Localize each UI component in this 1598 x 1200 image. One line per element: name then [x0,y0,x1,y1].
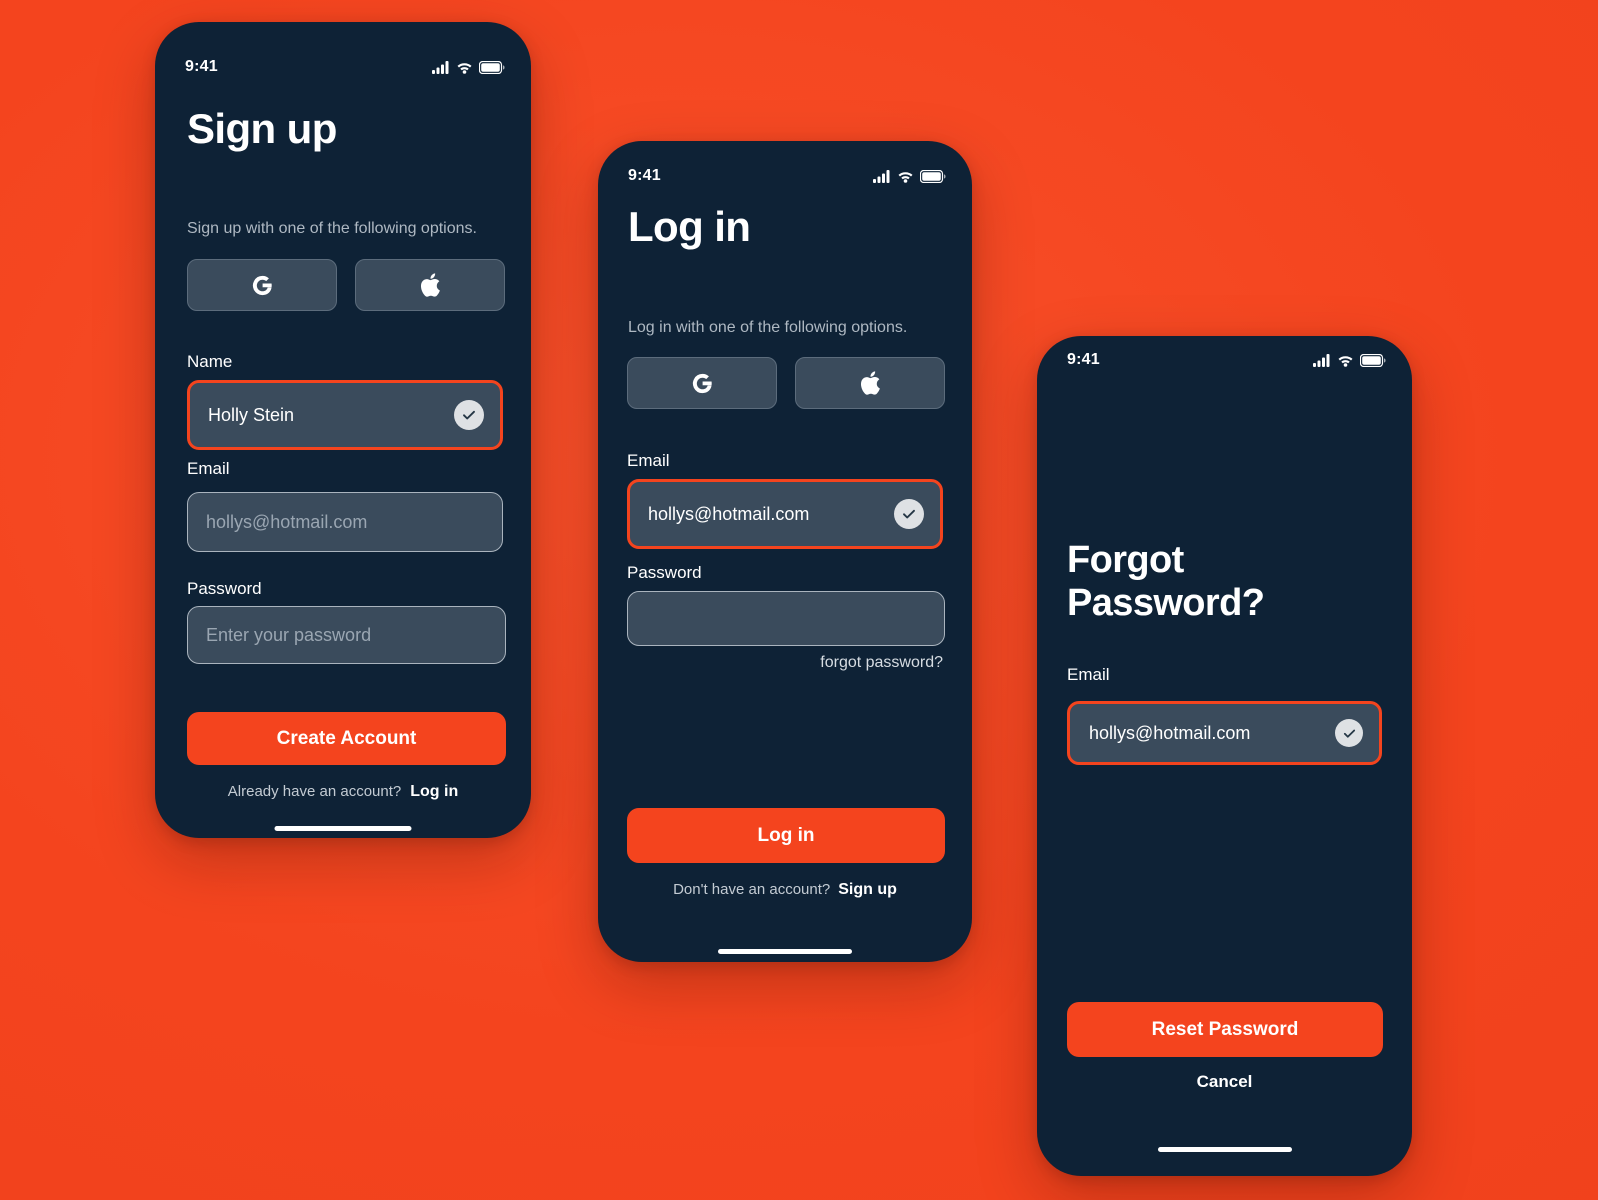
check-circle-icon [894,499,924,529]
page-title-line-1: Forgot [1067,539,1184,581]
apple-signin-button[interactable] [355,259,505,311]
email-field-label: Email [627,451,670,470]
email-input[interactable]: hollys@hotmail.com [187,492,503,552]
cellular-signal-icon [432,60,449,74]
apple-icon [420,273,440,297]
phone-forgot-password: 9:41 Forgot Password? Email hollys@hotma… [1037,336,1412,1176]
google-icon [692,373,712,393]
email-field-label: Email [187,459,230,478]
battery-icon [920,169,946,183]
login-subtitle: Log in with one of the following options… [628,319,908,336]
password-input[interactable] [627,591,945,646]
check-circle-icon [454,400,484,430]
login-footer-text: Don't have an account? [673,881,831,898]
google-signin-button[interactable] [627,357,777,409]
home-indicator [274,826,412,831]
email-input[interactable]: hollys@hotmail.com [1067,701,1382,765]
email-field-label: Email [1067,665,1110,684]
battery-icon [1360,353,1386,367]
google-signin-button[interactable] [187,259,337,311]
email-input-value: hollys@hotmail.com [1089,722,1251,743]
page-title-forgot: Forgot Password? [1067,539,1265,624]
cancel-button[interactable]: Cancel [1037,1072,1412,1092]
password-field-label: Password [627,563,702,582]
home-indicator [1157,1147,1292,1152]
status-bar-icons [432,60,505,74]
forgot-password-link[interactable]: forgot password? [820,654,943,672]
page-title-line-2: Password? [1067,581,1265,624]
login-footer: Don't have an account? Sign up [598,881,972,899]
password-field-label: Password [187,579,262,598]
status-bar-signup: 9:41 [185,56,505,78]
signup-footer-text: Already have an account? [227,783,402,800]
reset-password-button[interactable]: Reset Password [1067,1002,1383,1057]
apple-signin-button[interactable] [795,357,945,409]
status-bar-icons [873,169,946,183]
signup-link[interactable]: Sign up [838,881,897,899]
wifi-icon [898,171,913,183]
create-account-button[interactable]: Create Account [187,712,506,765]
cellular-signal-icon [1313,353,1330,367]
wifi-icon [457,62,472,74]
social-login-row-login [627,357,945,409]
name-field-label: Name [187,352,233,371]
name-input[interactable]: Holly Stein [187,380,503,450]
status-bar-time: 9:41 [185,58,218,75]
status-bar-forgot: 9:41 [1067,349,1386,371]
email-input[interactable]: hollys@hotmail.com [627,479,943,549]
home-indicator [718,949,852,954]
wifi-icon [1338,355,1353,367]
status-bar-time: 9:41 [1067,351,1100,368]
check-circle-icon [1335,719,1363,747]
email-input-value: hollys@hotmail.com [648,503,810,524]
apple-icon [860,371,880,395]
signup-footer: Already have an account? Log in [155,783,531,801]
name-input-value: Holly Stein [208,404,295,425]
cellular-signal-icon [873,169,890,183]
page-title-signup: Sign up [187,105,337,152]
status-bar-time: 9:41 [628,167,661,184]
login-button[interactable]: Log in [627,808,945,863]
battery-icon [479,60,505,74]
google-icon [252,275,272,295]
status-bar-login: 9:41 [628,165,946,187]
phone-signup: 9:41 Sign up Sign up with one of the fol… [155,22,531,838]
status-bar-icons [1313,353,1386,367]
password-input[interactable]: Enter your password [187,606,506,664]
design-canvas: 9:41 Sign up Sign up with one of the fol… [0,0,1598,1200]
email-input-placeholder: hollys@hotmail.com [206,511,368,532]
password-input-placeholder: Enter your password [206,624,372,645]
phone-login: 9:41 Log in Log in with one of the follo… [598,141,972,962]
login-link[interactable]: Log in [410,783,458,801]
signup-subtitle: Sign up with one of the following option… [187,220,477,237]
page-title-login: Log in [628,203,751,250]
social-login-row-signup [187,259,505,311]
